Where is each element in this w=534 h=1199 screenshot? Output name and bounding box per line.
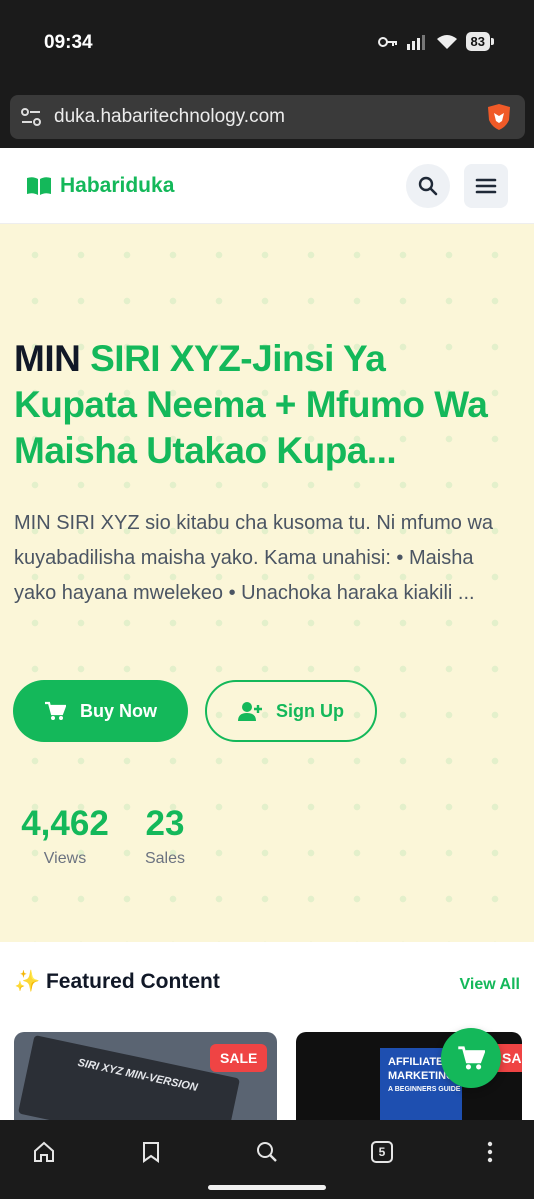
search-tab-button[interactable] bbox=[247, 1134, 287, 1170]
views-stat: 4,462 Views bbox=[14, 804, 116, 868]
key-icon bbox=[377, 36, 397, 47]
view-all-link[interactable]: View All bbox=[460, 976, 520, 994]
home-indicator bbox=[208, 1185, 326, 1190]
sales-stat: 23 Sales bbox=[140, 804, 190, 868]
search-icon bbox=[257, 1142, 277, 1162]
book-cover-text: SIRI XYZ MIN-VERSION bbox=[76, 1056, 199, 1094]
buy-now-label: Buy Now bbox=[79, 700, 157, 721]
site-header: Habariduka bbox=[0, 148, 534, 224]
sale-badge: SALE bbox=[210, 1044, 268, 1072]
sign-up-label: Sign Up bbox=[276, 700, 344, 721]
cart-icon bbox=[44, 701, 66, 720]
hero-section: MIN SIRI XYZ-Jinsi Ya Kupata Neema + Mfu… bbox=[0, 224, 534, 942]
site-settings-icon[interactable] bbox=[20, 107, 42, 127]
sign-up-button[interactable]: Sign Up bbox=[205, 680, 377, 742]
product-card[interactable]: SIRI XYZ MIN-VERSION SALE bbox=[14, 1032, 277, 1120]
book-cover-image: SIRI XYZ MIN-VERSION bbox=[17, 1035, 241, 1120]
search-button[interactable] bbox=[406, 164, 450, 208]
more-vertical-icon bbox=[487, 1141, 493, 1163]
web-page: Habariduka MIN SIRI XYZ-Jinsi Ya Kupata … bbox=[0, 148, 534, 1120]
views-count: 4,462 bbox=[21, 804, 109, 843]
views-label: Views bbox=[43, 850, 87, 867]
product-title-first-word: MIN bbox=[14, 338, 81, 379]
search-icon bbox=[418, 176, 438, 196]
wifi-icon bbox=[436, 34, 457, 49]
battery-indicator: 83 bbox=[465, 32, 495, 51]
tabs-button[interactable]: 5 bbox=[362, 1134, 402, 1170]
status-bar: 09:34 83 bbox=[0, 0, 534, 86]
bookmark-icon bbox=[143, 1142, 159, 1163]
home-button[interactable] bbox=[24, 1134, 64, 1170]
user-plus-icon bbox=[238, 702, 262, 721]
brand-logo[interactable]: Habariduka bbox=[26, 174, 174, 198]
bookmark-button[interactable] bbox=[131, 1134, 171, 1170]
featured-title: ✨ Featured Content bbox=[14, 970, 220, 993]
cart-icon bbox=[458, 1046, 485, 1070]
tab-count: 5 bbox=[371, 1141, 393, 1163]
hamburger-menu-icon bbox=[475, 178, 497, 194]
more-options-button[interactable] bbox=[470, 1134, 510, 1170]
brave-shield-icon[interactable] bbox=[485, 103, 513, 131]
book-open-icon bbox=[27, 177, 51, 195]
product-title: MIN SIRI XYZ-Jinsi Ya Kupata Neema + Mfu… bbox=[14, 336, 514, 474]
menu-button[interactable] bbox=[464, 164, 508, 208]
book-cover-line: A BEGINNERS GUIDE bbox=[388, 1086, 461, 1093]
status-time: 09:34 bbox=[44, 32, 93, 53]
sales-count: 23 bbox=[145, 804, 185, 843]
floating-cart-button[interactable] bbox=[441, 1028, 501, 1088]
address-bar[interactable]: duka.habaritechnology.com bbox=[10, 95, 525, 139]
buy-now-button[interactable]: Buy Now bbox=[13, 680, 188, 742]
signal-icon bbox=[406, 34, 425, 50]
sales-label: Sales bbox=[144, 850, 186, 867]
home-icon bbox=[34, 1141, 54, 1162]
product-title-rest: SIRI XYZ-Jinsi Ya Kupata Neema + Mfumo W… bbox=[14, 338, 488, 471]
url-text[interactable]: duka.habaritechnology.com bbox=[54, 106, 285, 128]
featured-section: ✨ Featured Content View All SIRI XYZ MIN… bbox=[0, 942, 534, 1120]
status-icons: 83 bbox=[377, 32, 495, 51]
book-cover-line: AFFILIATE bbox=[388, 1056, 444, 1068]
brand-name: Habariduka bbox=[60, 174, 175, 197]
product-description: MIN SIRI XYZ sio kitabu cha kusoma tu. N… bbox=[14, 512, 494, 604]
